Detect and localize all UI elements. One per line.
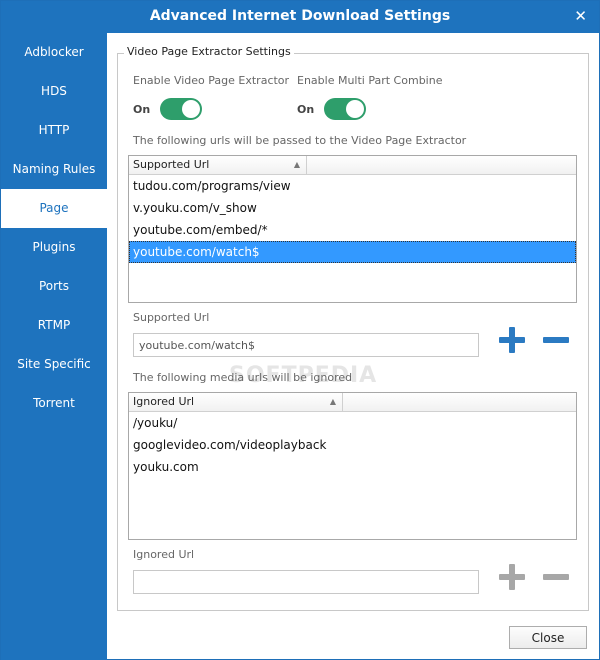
add-ignored-url-icon[interactable] — [499, 564, 525, 590]
sidebar: Adblocker HDS HTTP Naming Rules Page Plu… — [1, 33, 107, 660]
remove-ignored-url-icon[interactable] — [543, 574, 569, 580]
column-header-label: Ignored Url — [133, 395, 195, 408]
column-header-supported-url[interactable]: Supported Url ▲ — [129, 156, 307, 175]
list-item[interactable]: googlevideo.com/videoplayback — [129, 434, 576, 456]
enable-extractor-toggle[interactable] — [160, 98, 202, 120]
close-button[interactable]: Close — [509, 626, 587, 649]
window-title: Advanced Internet Download Settings — [149, 8, 451, 24]
sort-ascending-icon: ▲ — [293, 160, 300, 169]
sidebar-item-hds[interactable]: HDS — [1, 72, 107, 111]
list-item[interactable]: /youku/ — [129, 412, 576, 434]
column-header-ignored-url[interactable]: Ignored Url ▲ — [129, 393, 343, 412]
sidebar-item-plugins[interactable]: Plugins — [1, 228, 107, 267]
sidebar-item-naming-rules[interactable]: Naming Rules — [1, 150, 107, 189]
sidebar-item-page[interactable]: Page — [1, 189, 107, 228]
close-icon[interactable]: ✕ — [574, 7, 587, 25]
list-item[interactable]: youtube.com/embed/* — [129, 219, 576, 241]
list-header: Ignored Url ▲ — [129, 393, 576, 412]
remove-supported-url-icon[interactable] — [543, 337, 569, 343]
ignored-url-input[interactable] — [133, 570, 479, 594]
column-header-label: Supported Url — [133, 158, 210, 171]
sidebar-item-adblocker[interactable]: Adblocker — [1, 33, 107, 72]
sidebar-item-ports[interactable]: Ports — [1, 267, 107, 306]
supported-url-label: Supported Url — [133, 311, 210, 324]
toggle-knob — [182, 100, 200, 118]
ignored-url-label: Ignored Url — [133, 548, 195, 561]
sidebar-item-torrent[interactable]: Torrent — [1, 384, 107, 423]
group-title: Video Page Extractor Settings — [124, 45, 294, 58]
title-bar: Advanced Internet Download Settings ✕ — [1, 1, 599, 33]
supported-url-input[interactable] — [133, 333, 479, 357]
sidebar-item-rtmp[interactable]: RTMP — [1, 306, 107, 345]
enable-extractor-label: Enable Video Page Extractor — [133, 74, 290, 87]
add-supported-url-icon[interactable] — [499, 327, 525, 353]
list-item-selected[interactable]: youtube.com/watch$ — [129, 241, 576, 263]
enable-multipart-state: On — [297, 103, 315, 116]
list-header: Supported Url ▲ — [129, 156, 576, 175]
list-item[interactable]: youku.com — [129, 456, 576, 478]
sidebar-item-site-specific[interactable]: Site Specific — [1, 345, 107, 384]
list-item[interactable]: v.youku.com/v_show — [129, 197, 576, 219]
toggle-knob — [346, 100, 364, 118]
sort-ascending-icon: ▲ — [329, 397, 336, 406]
supported-url-list[interactable]: Supported Url ▲ tudou.com/programs/view … — [128, 155, 577, 303]
ignored-url-list[interactable]: Ignored Url ▲ /youku/ googlevideo.com/vi… — [128, 392, 577, 540]
enable-multipart-label: Enable Multi Part Combine — [297, 74, 443, 87]
settings-window: Advanced Internet Download Settings ✕ Ad… — [0, 0, 600, 660]
enable-extractor-state: On — [133, 103, 151, 116]
enable-multipart-toggle[interactable] — [324, 98, 366, 120]
supported-list-caption: The following urls will be passed to the… — [133, 134, 467, 147]
list-item[interactable]: tudou.com/programs/view — [129, 175, 576, 197]
ignored-list-caption: The following media urls will be ignored — [133, 371, 353, 384]
sidebar-item-http[interactable]: HTTP — [1, 111, 107, 150]
